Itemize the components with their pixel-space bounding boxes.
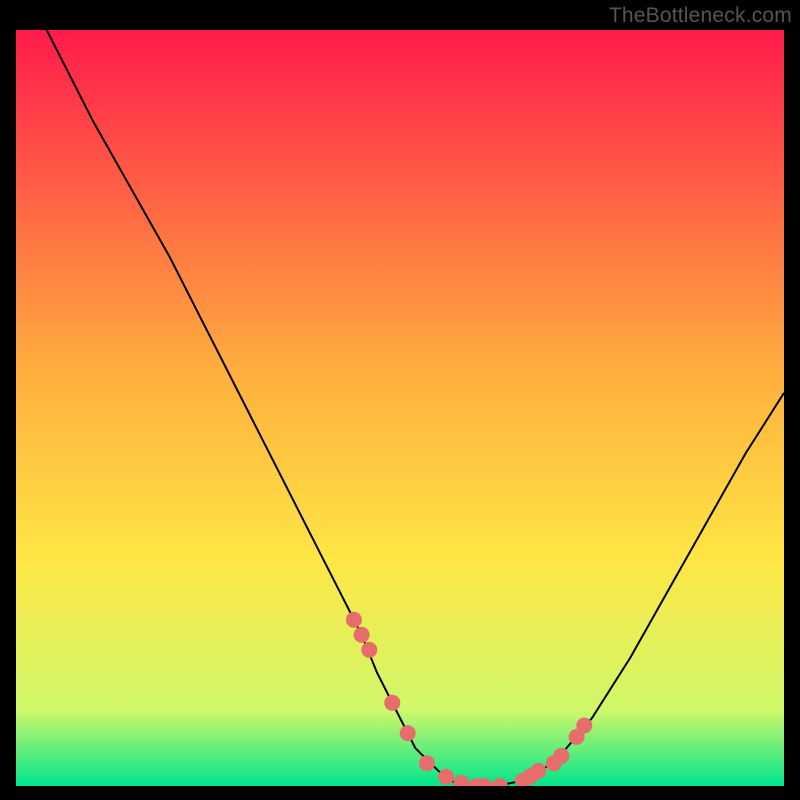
optimal-dot — [419, 755, 435, 771]
gradient-background — [16, 30, 784, 786]
plot-area — [16, 30, 784, 786]
optimal-dot — [400, 725, 416, 741]
optimal-dot — [346, 612, 362, 628]
watermark-text: TheBottleneck.com — [609, 4, 792, 28]
chart-svg — [16, 30, 784, 786]
optimal-dot — [361, 642, 377, 658]
optimal-dot — [530, 763, 546, 779]
optimal-dot — [576, 718, 592, 734]
optimal-dot — [354, 627, 370, 643]
optimal-dot — [384, 695, 400, 711]
optimal-dot — [553, 748, 569, 764]
optimal-dot — [438, 769, 454, 785]
chart-frame: TheBottleneck.com — [0, 0, 800, 800]
